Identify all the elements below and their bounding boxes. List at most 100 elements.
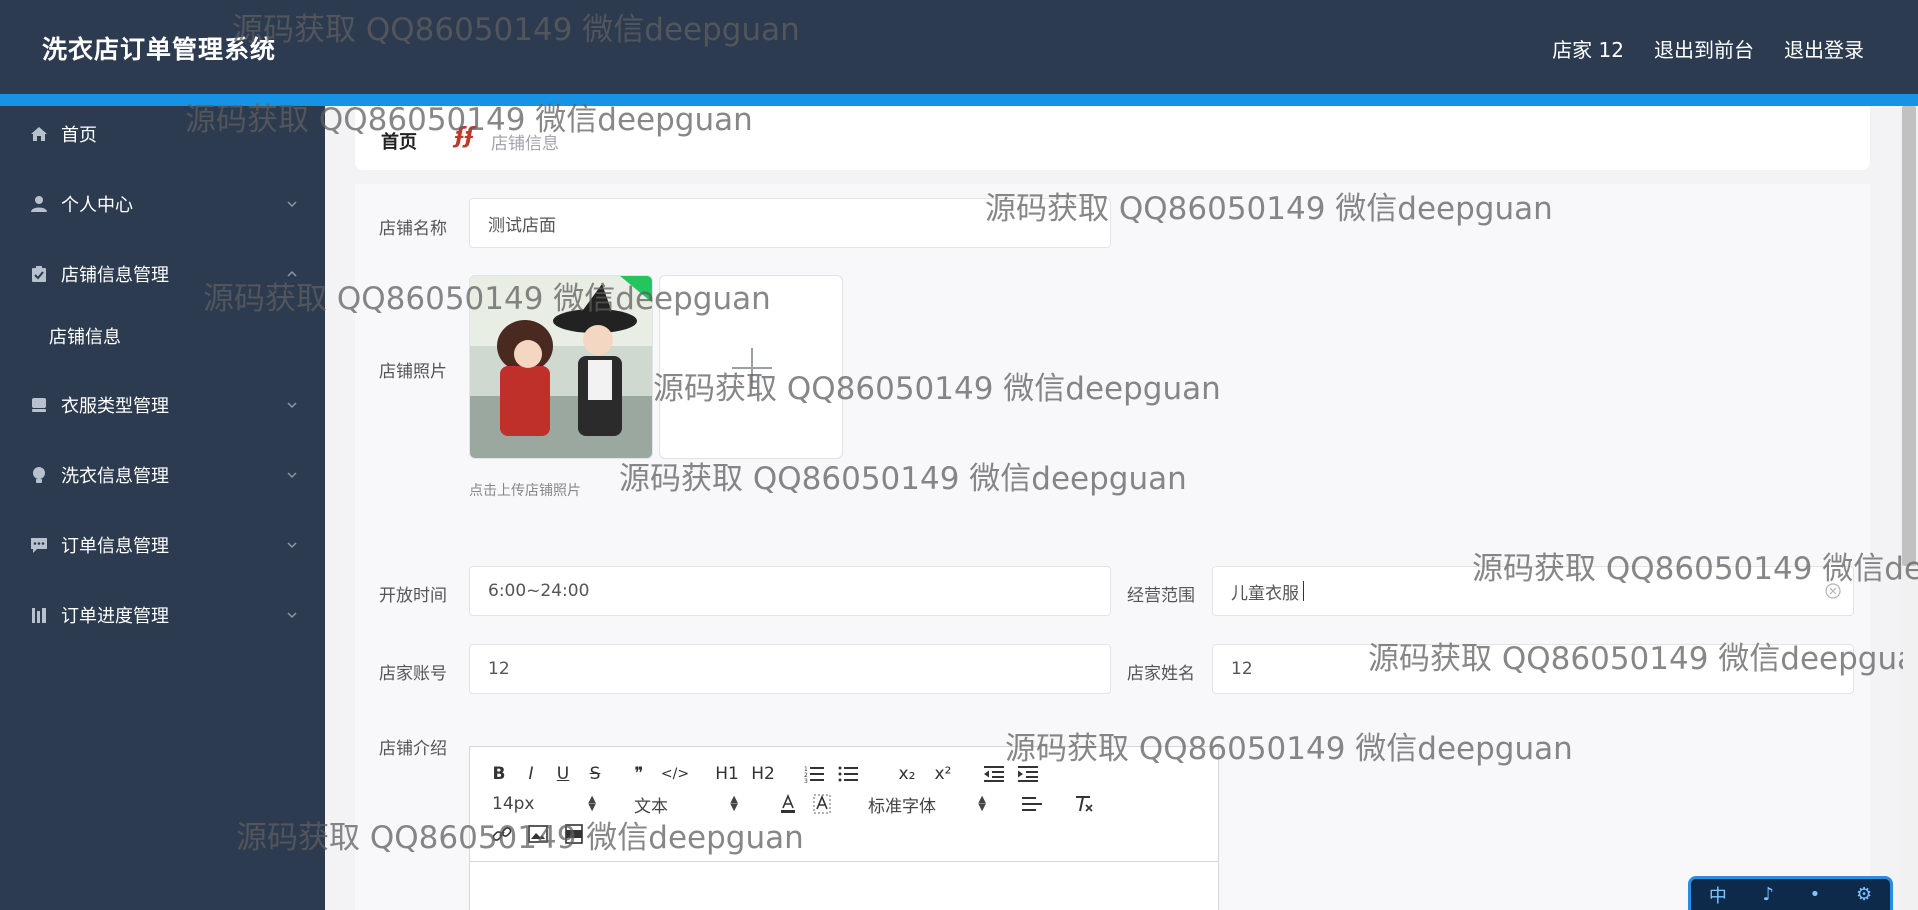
sidebar-item-personal-center[interactable]: 个人中心 <box>0 176 325 232</box>
tray-icon <box>30 396 48 414</box>
align-left-icon <box>1022 797 1042 811</box>
indent-icon <box>1018 766 1038 782</box>
top-links: 店家 12 退出到前台 退出登录 <box>1552 34 1864 63</box>
paragraph-select[interactable]: 文本 ▲ ▼ <box>634 790 738 818</box>
bullet-list-button[interactable] <box>836 760 860 788</box>
clipboard-icon <box>30 265 48 283</box>
sidebar-item-label: 订单进度管理 <box>61 606 169 627</box>
subscript-button[interactable]: x₂ <box>894 760 920 788</box>
heading-2-button[interactable]: H2 <box>750 760 776 788</box>
underline-button[interactable]: U <box>552 760 574 788</box>
ordered-list-button[interactable]: 123 <box>802 760 826 788</box>
exit-to-front-link[interactable]: 退出到前台 <box>1654 34 1754 63</box>
sidebar-item-clothing-type-management[interactable]: 衣服类型管理 <box>0 377 325 433</box>
bold-button[interactable]: B <box>488 760 510 788</box>
text-cursor <box>1303 581 1304 601</box>
sidebar-item-label: 洗衣信息管理 <box>61 466 169 487</box>
chevron-down-icon <box>287 612 297 619</box>
owner-name-input[interactable]: 12 <box>1212 644 1854 694</box>
font-size-select[interactable]: 14px ▲ ▼ <box>492 790 596 818</box>
image-icon <box>528 825 548 843</box>
ime-mode-icon[interactable]: ♪ <box>1763 884 1775 905</box>
outdent-icon <box>984 766 1004 782</box>
chevron-down-icon <box>287 542 297 549</box>
editor-toolbar-row-1: B I U S ❞ </> H1 H2 123 x₂ x² <box>488 759 1050 789</box>
scrollbar-thumb[interactable] <box>1902 106 1916 566</box>
breadcrumb: 首页 ʄʄ 店铺信息 <box>355 106 1870 170</box>
top-navbar: 洗衣店订单管理系统 店家 12 退出到前台 退出登录 <box>0 0 1918 94</box>
svg-text:3: 3 <box>804 778 808 783</box>
account-input[interactable]: 12 <box>469 644 1111 694</box>
ime-toolbar[interactable]: 中 ♪ • ⚙ <box>1688 876 1893 910</box>
align-button[interactable] <box>1020 790 1044 818</box>
page-scrollbar[interactable] <box>1900 106 1918 910</box>
chart-icon <box>30 606 48 624</box>
chat-icon <box>30 536 48 554</box>
ime-settings-icon[interactable]: ⚙ <box>1856 884 1872 905</box>
ime-lang-indicator[interactable]: 中 <box>1709 882 1727 908</box>
outdent-button[interactable] <box>982 760 1006 788</box>
paragraph-value: 文本 <box>634 796 668 817</box>
sidebar-item-label: 衣服类型管理 <box>61 396 169 417</box>
strikethrough-button[interactable]: S <box>584 760 606 788</box>
ordered-list-icon: 123 <box>804 766 824 783</box>
shop-photo-hint: 点击上传店铺照片 <box>469 483 581 499</box>
bulb-icon <box>30 466 48 484</box>
sidebar-item-shop-info-management[interactable]: 店铺信息管理 <box>0 246 325 302</box>
superscript-button[interactable]: x² <box>930 760 956 788</box>
sidebar-item-label: 个人中心 <box>61 195 133 216</box>
breadcrumb-separator: ʄʄ <box>455 124 475 149</box>
shop-intro-label: 店铺介绍 <box>379 739 447 759</box>
shop-photo-thumbnail[interactable] <box>469 275 653 459</box>
sidebar-item-label: 首页 <box>61 125 97 146</box>
main-content: 首页 ʄʄ 店铺信息 店铺名称 测试店面 店铺照片 点击上传店铺照片 开放时间 … <box>325 106 1900 910</box>
font-color-icon <box>781 794 795 813</box>
shop-photo-upload-button[interactable] <box>659 275 843 459</box>
chevron-down-icon <box>287 472 297 479</box>
heading-1-button[interactable]: H1 <box>714 760 740 788</box>
shop-name-input[interactable]: 测试店面 <box>469 198 1111 248</box>
sidebar-item-home[interactable]: 首页 <box>0 106 325 162</box>
logout-link[interactable]: 退出登录 <box>1784 34 1864 63</box>
sidebar-item-label: 店铺信息 <box>49 327 121 348</box>
app-title: 洗衣店订单管理系统 <box>42 35 277 64</box>
chevron-down-icon <box>287 402 297 409</box>
open-time-input[interactable]: 6:00~24:00 <box>469 566 1111 616</box>
select-arrows-icon: ▲ ▼ <box>588 794 596 813</box>
indent-button[interactable] <box>1016 760 1040 788</box>
business-scope-label: 经营范围 <box>1127 586 1195 606</box>
clear-icon[interactable] <box>1825 583 1841 599</box>
background-color-button[interactable] <box>810 790 834 818</box>
background-color-icon <box>813 794 831 814</box>
video-button[interactable] <box>562 820 586 848</box>
breadcrumb-current: 店铺信息 <box>491 134 559 154</box>
editor-content-area[interactable] <box>470 862 1218 910</box>
link-button[interactable] <box>490 820 514 848</box>
italic-button[interactable]: I <box>520 760 542 788</box>
sidebar-item-order-progress-management[interactable]: 订单进度管理 <box>0 587 325 643</box>
business-scope-input[interactable]: 儿童衣服 <box>1212 566 1854 616</box>
sidebar-item-laundry-info-management[interactable]: 洗衣信息管理 <box>0 447 325 503</box>
business-scope-value: 儿童衣服 <box>1231 583 1299 604</box>
code-block-button[interactable]: </> <box>660 760 690 788</box>
font-color-button[interactable] <box>776 790 800 818</box>
image-button[interactable] <box>526 820 550 848</box>
bullet-list-icon <box>838 766 858 782</box>
clear-format-icon <box>1076 796 1093 812</box>
font-size-value: 14px <box>492 794 535 814</box>
editor-toolbar-row-2: 14px ▲ ▼ 文本 ▲ ▼ 标准字体 ▲ ▼ <box>492 789 1106 819</box>
blockquote-button[interactable]: ❞ <box>628 760 650 788</box>
sidebar-item-shop-info[interactable]: 店铺信息 <box>0 310 325 362</box>
clear-format-button[interactable] <box>1072 790 1096 818</box>
shop-intro-editor: B I U S ❞ </> H1 H2 123 x₂ x² 14px ▲ ▼ 文… <box>469 746 1219 910</box>
sidebar-item-order-info-management[interactable]: 订单信息管理 <box>0 517 325 573</box>
font-family-value: 标准字体 <box>868 796 936 817</box>
sidebar: 首页 个人中心 店铺信息管理 店铺信息 衣服类型管理 洗衣信息管理 订单信息管理… <box>0 106 325 910</box>
ime-punctuation-icon[interactable]: • <box>1810 884 1821 905</box>
breadcrumb-home[interactable]: 首页 <box>381 128 417 154</box>
current-user-label: 店家 12 <box>1552 38 1624 62</box>
font-family-select[interactable]: 标准字体 ▲ ▼ <box>868 790 986 818</box>
user-icon <box>30 195 48 213</box>
editor-toolbar-row-3 <box>490 819 596 849</box>
open-time-label: 开放时间 <box>379 586 447 606</box>
